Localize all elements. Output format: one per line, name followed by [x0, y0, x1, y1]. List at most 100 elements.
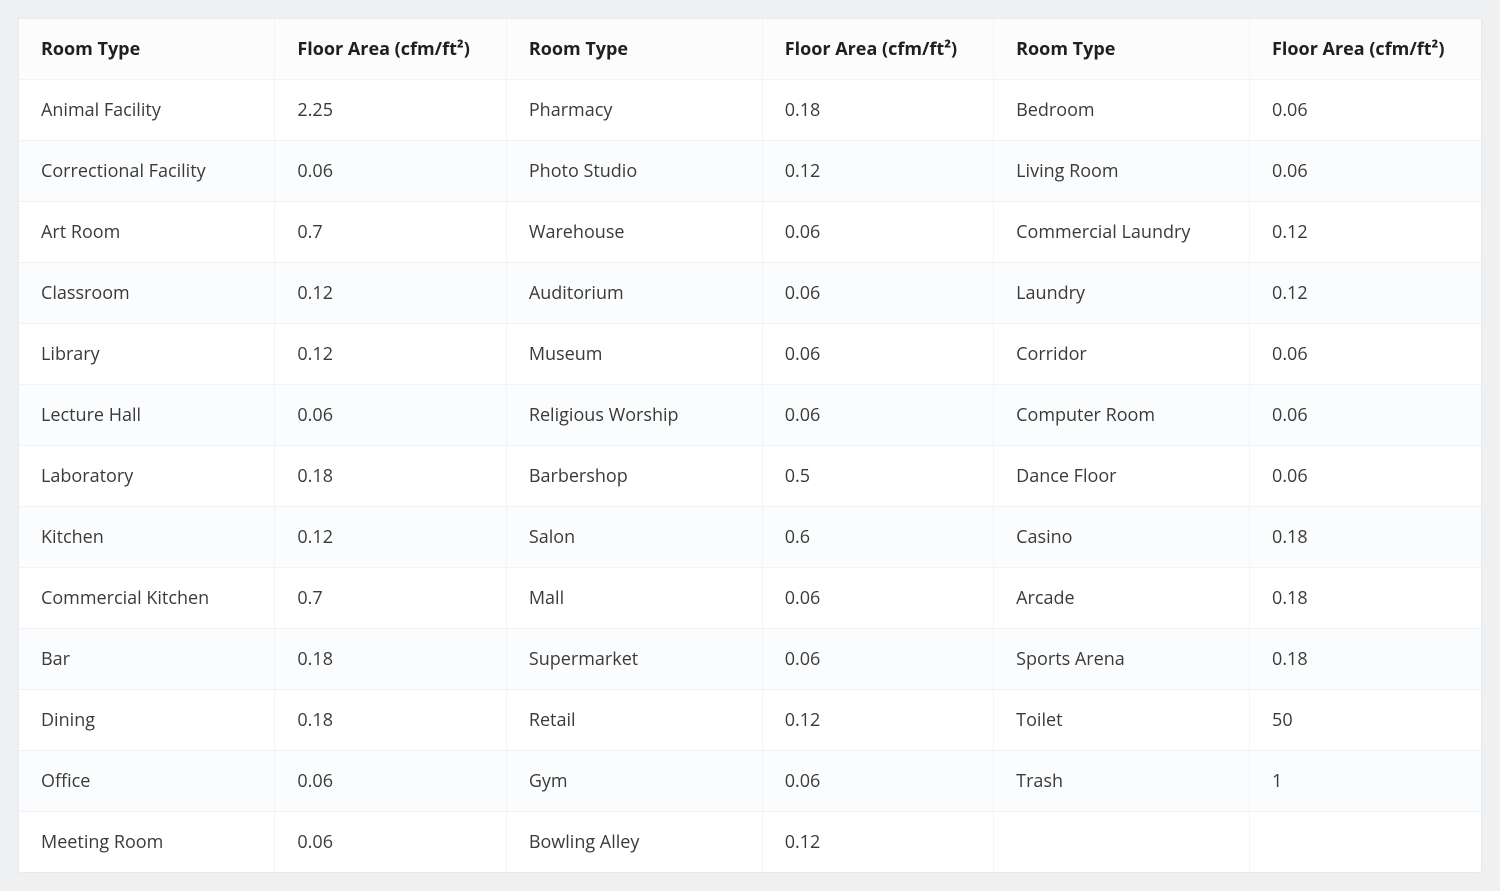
room-type-cell: Lecture Hall — [19, 385, 275, 446]
room-type-cell: Toilet — [994, 690, 1250, 751]
table-row: Meeting Room0.06Bowling Alley0.12 — [19, 812, 1481, 873]
floor-area-cell: 0.12 — [275, 324, 506, 385]
floor-area-cell: 0.06 — [275, 751, 506, 812]
table-row: Library0.12Museum0.06Corridor0.06 — [19, 324, 1481, 385]
table-header-row: Room Type Floor Area (cfm/ft²) Room Type… — [19, 19, 1481, 80]
floor-area-cell: 0.06 — [762, 751, 993, 812]
room-type-cell: Gym — [506, 751, 762, 812]
room-type-cell: Living Room — [994, 141, 1250, 202]
room-type-cell: Warehouse — [506, 202, 762, 263]
floor-area-cell: 0.06 — [762, 385, 993, 446]
floor-area-cell: 0.12 — [762, 690, 993, 751]
floor-area-cell: 0.6 — [762, 507, 993, 568]
room-type-cell: Laundry — [994, 263, 1250, 324]
floor-area-cell: 0.12 — [275, 507, 506, 568]
floor-area-cell: 0.06 — [762, 629, 993, 690]
room-type-cell: Supermarket — [506, 629, 762, 690]
col-header-room-type-3: Room Type — [994, 19, 1250, 80]
room-type-cell: Casino — [994, 507, 1250, 568]
room-type-cell: Corridor — [994, 324, 1250, 385]
floor-area-cell: 0.06 — [1250, 80, 1481, 141]
floor-area-cell: 0.5 — [762, 446, 993, 507]
room-type-cell: Dining — [19, 690, 275, 751]
floor-area-cell: 0.7 — [275, 202, 506, 263]
floor-area-cell: 0.06 — [762, 324, 993, 385]
floor-area-cell: 0.18 — [275, 629, 506, 690]
room-type-cell: Kitchen — [19, 507, 275, 568]
col-header-floor-area-2: Floor Area (cfm/ft²) — [762, 19, 993, 80]
col-header-floor-area-3: Floor Area (cfm/ft²) — [1250, 19, 1481, 80]
room-type-cell: Museum — [506, 324, 762, 385]
floor-area-cell: 2.25 — [275, 80, 506, 141]
floor-area-cell: 0.12 — [275, 263, 506, 324]
floor-area-table-container: Room Type Floor Area (cfm/ft²) Room Type… — [18, 18, 1482, 873]
room-type-cell: Laboratory — [19, 446, 275, 507]
room-type-cell: Barbershop — [506, 446, 762, 507]
room-type-cell: Bedroom — [994, 80, 1250, 141]
floor-area-cell: 0.06 — [762, 568, 993, 629]
table-body: Animal Facility2.25Pharmacy0.18Bedroom0.… — [19, 80, 1481, 873]
floor-area-cell: 1 — [1250, 751, 1481, 812]
floor-area-table: Room Type Floor Area (cfm/ft²) Room Type… — [19, 19, 1481, 872]
floor-area-cell — [1250, 812, 1481, 873]
room-type-cell: Mall — [506, 568, 762, 629]
room-type-cell: Dance Floor — [994, 446, 1250, 507]
floor-area-cell: 0.18 — [1250, 629, 1481, 690]
floor-area-cell: 0.12 — [1250, 202, 1481, 263]
table-row: Kitchen0.12Salon0.6Casino0.18 — [19, 507, 1481, 568]
floor-area-cell: 0.06 — [275, 812, 506, 873]
floor-area-cell: 0.06 — [1250, 446, 1481, 507]
floor-area-cell: 0.06 — [762, 263, 993, 324]
table-row: Animal Facility2.25Pharmacy0.18Bedroom0.… — [19, 80, 1481, 141]
floor-area-cell: 0.7 — [275, 568, 506, 629]
room-type-cell: Library — [19, 324, 275, 385]
table-row: Bar0.18Supermarket0.06Sports Arena0.18 — [19, 629, 1481, 690]
floor-area-cell: 0.06 — [1250, 324, 1481, 385]
floor-area-cell: 0.06 — [1250, 385, 1481, 446]
floor-area-cell: 0.12 — [762, 141, 993, 202]
room-type-cell: Pharmacy — [506, 80, 762, 141]
floor-area-cell: 50 — [1250, 690, 1481, 751]
room-type-cell: Commercial Kitchen — [19, 568, 275, 629]
room-type-cell: Commercial Laundry — [994, 202, 1250, 263]
table-row: Correctional Facility0.06Photo Studio0.1… — [19, 141, 1481, 202]
col-header-room-type-2: Room Type — [506, 19, 762, 80]
room-type-cell: Bar — [19, 629, 275, 690]
floor-area-cell: 0.18 — [762, 80, 993, 141]
room-type-cell: Retail — [506, 690, 762, 751]
room-type-cell: Art Room — [19, 202, 275, 263]
floor-area-cell: 0.06 — [275, 385, 506, 446]
table-row: Lecture Hall0.06Religious Worship0.06Com… — [19, 385, 1481, 446]
room-type-cell: Office — [19, 751, 275, 812]
floor-area-cell: 0.18 — [275, 690, 506, 751]
room-type-cell: Classroom — [19, 263, 275, 324]
room-type-cell: Religious Worship — [506, 385, 762, 446]
col-header-room-type-1: Room Type — [19, 19, 275, 80]
floor-area-cell: 0.18 — [275, 446, 506, 507]
floor-area-cell: 0.18 — [1250, 507, 1481, 568]
room-type-cell: Trash — [994, 751, 1250, 812]
table-row: Commercial Kitchen0.7Mall0.06Arcade0.18 — [19, 568, 1481, 629]
room-type-cell: Computer Room — [994, 385, 1250, 446]
table-row: Art Room0.7Warehouse0.06Commercial Laund… — [19, 202, 1481, 263]
col-header-floor-area-1: Floor Area (cfm/ft²) — [275, 19, 506, 80]
floor-area-cell: 0.06 — [762, 202, 993, 263]
room-type-cell: Arcade — [994, 568, 1250, 629]
table-row: Office0.06Gym0.06Trash1 — [19, 751, 1481, 812]
room-type-cell: Sports Arena — [994, 629, 1250, 690]
room-type-cell: Photo Studio — [506, 141, 762, 202]
table-header: Room Type Floor Area (cfm/ft²) Room Type… — [19, 19, 1481, 80]
table-row: Classroom0.12Auditorium0.06Laundry0.12 — [19, 263, 1481, 324]
room-type-cell: Auditorium — [506, 263, 762, 324]
room-type-cell: Correctional Facility — [19, 141, 275, 202]
floor-area-cell: 0.12 — [1250, 263, 1481, 324]
room-type-cell — [994, 812, 1250, 873]
room-type-cell: Animal Facility — [19, 80, 275, 141]
table-row: Laboratory0.18Barbershop0.5Dance Floor0.… — [19, 446, 1481, 507]
room-type-cell: Meeting Room — [19, 812, 275, 873]
room-type-cell: Salon — [506, 507, 762, 568]
floor-area-cell: 0.12 — [762, 812, 993, 873]
floor-area-cell: 0.18 — [1250, 568, 1481, 629]
table-row: Dining0.18Retail0.12Toilet50 — [19, 690, 1481, 751]
room-type-cell: Bowling Alley — [506, 812, 762, 873]
